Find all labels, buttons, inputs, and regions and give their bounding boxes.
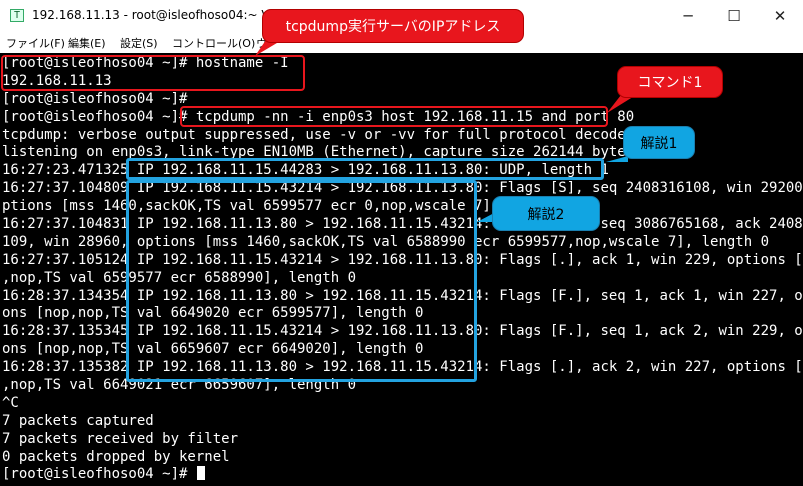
terminal-line: 7 packets received by filter bbox=[2, 430, 239, 447]
terminal-line: ^C bbox=[2, 394, 19, 411]
maximize-button[interactable]: ☐ bbox=[711, 0, 757, 32]
terminal-line: 0 packets dropped by kernel bbox=[2, 448, 230, 465]
command-highlight-box bbox=[180, 106, 608, 127]
close-button[interactable]: ✕ bbox=[757, 0, 803, 32]
command-callout: コマンド1 bbox=[617, 66, 723, 98]
udp-packet-highlight-box bbox=[126, 158, 604, 180]
menu-settings[interactable]: 設定(S) bbox=[120, 35, 158, 51]
terminal-line: [root@isleofhoso04 ~]# bbox=[2, 466, 803, 484]
terminal-app-icon: T bbox=[10, 9, 24, 22]
explanation1-callout: 解説1 bbox=[623, 126, 695, 159]
menu-control[interactable]: コントロール(O) bbox=[172, 35, 255, 51]
menu-file[interactable]: ファイル(F) bbox=[6, 35, 65, 51]
hostname-highlight-box bbox=[1, 55, 305, 91]
terminal-line: 7 packets captured bbox=[2, 412, 154, 429]
minimize-button[interactable]: ─ bbox=[665, 0, 711, 32]
tcp-packets-highlight-box bbox=[126, 180, 477, 382]
window-title: 192.168.11.13 - root@isleofhoso04:~ VT bbox=[32, 8, 277, 22]
terminal-cursor bbox=[196, 466, 205, 481]
explanation2-callout: 解説2 bbox=[492, 196, 600, 231]
server-ip-callout: tcpdump実行サーバのIPアドレス bbox=[262, 9, 524, 43]
menu-edit[interactable]: 編集(E) bbox=[68, 35, 106, 51]
